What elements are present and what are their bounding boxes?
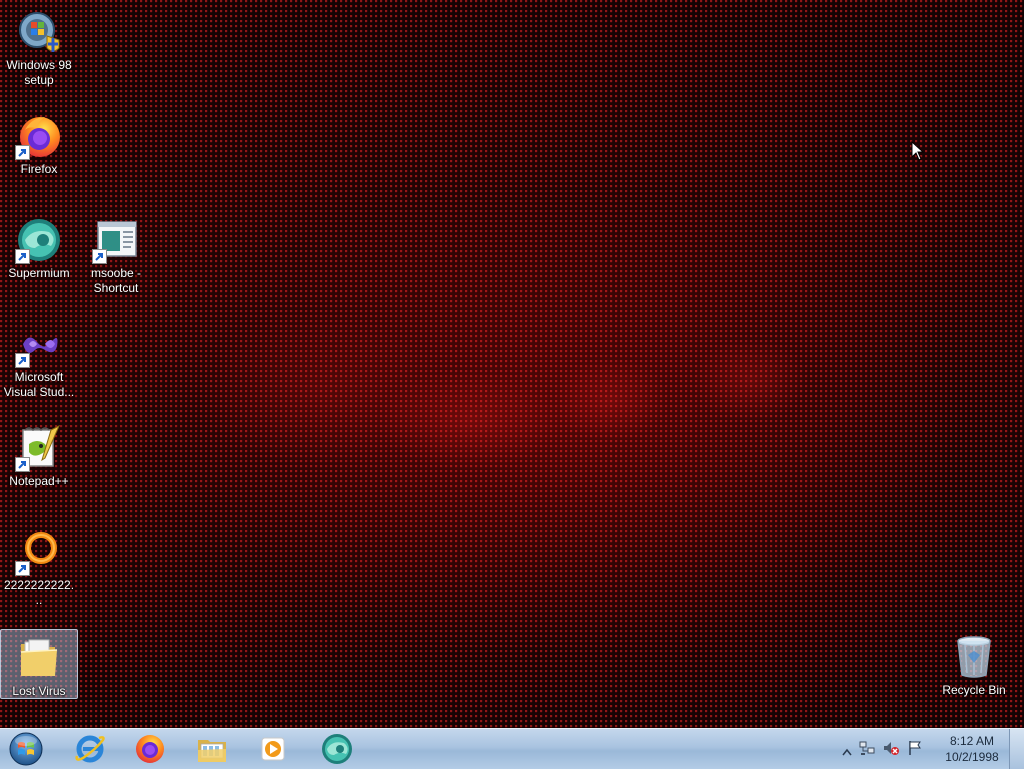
desktop-icon-label: Lost Virus [12,684,66,698]
mouse-pointer-icon [911,140,925,166]
file-explorer-icon [198,740,226,762]
show-hidden-icons-arrow[interactable] [842,743,852,761]
desktop-icon-2222222222[interactable]: 2222222222... [1,524,77,608]
desktop[interactable]: Windows 98 setup Firefox Supermium msoob… [0,0,1024,728]
shortcut-arrow-icon [15,353,30,368]
media-player-icon [261,737,285,761]
internet-explorer-icon [75,735,105,763]
action-center-flag-icon[interactable] [907,740,923,761]
taskbar-firefox[interactable] [124,731,176,767]
clock-date: 10/2/1998 [945,750,999,764]
desktop-icon-label: msoobe - Shortcut [90,266,142,295]
msoobe-icon [92,216,140,264]
taskbar-clock[interactable]: 8:12 AM 10/2/1998 [942,733,1002,765]
desktop-icon-label: Firefox [20,162,58,176]
shortcut-arrow-icon [15,145,30,160]
desktop-icon-label: Notepad++ [9,474,69,488]
shortcut-arrow-icon [15,561,30,576]
firefox-icon [15,112,63,160]
recycle-bin-icon [950,633,998,681]
start-button[interactable] [6,730,46,768]
taskbar-media-player[interactable] [247,731,299,767]
shortcut-arrow-icon [92,249,107,264]
visual-studio-icon [15,320,63,368]
desktop-icon-label: Supermium [8,266,70,280]
desktop-icon-recycle-bin[interactable]: Recycle Bin [936,629,1012,698]
setup-icon [15,8,63,56]
notepad-plus-plus-icon [15,424,63,472]
shortcut-arrow-icon [15,457,30,472]
folder-icon [15,634,63,682]
desktop-icon-msoobe-shortcut[interactable]: msoobe - Shortcut [78,212,154,296]
network-icon[interactable] [859,740,875,761]
taskbar-windows-explorer[interactable] [186,731,238,767]
desktop-icon-label: Windows 98 setup [6,58,72,87]
clock-time: 8:12 AM [949,734,995,748]
desktop-icon-windows-98-setup[interactable]: Windows 98 setup [1,4,77,88]
desktop-icon-notepad-plus-plus[interactable]: Notepad++ [1,420,77,489]
ring-app-icon [15,528,63,576]
desktop-icon-label: 2222222222... [3,578,75,607]
desktop-icon-label: Recycle Bin [942,683,1006,697]
volume-muted-icon[interactable] [883,740,899,761]
show-desktop-button[interactable] [1009,729,1024,769]
supermium-icon [15,216,63,264]
supermium-icon [322,734,352,764]
taskbar-internet-explorer[interactable] [64,731,116,767]
desktop-icon-firefox[interactable]: Firefox [1,108,77,177]
taskbar: 8:12 AM 10/2/1998 [0,728,1024,769]
desktop-icon-label: Microsoft Visual Stud... [3,370,75,399]
taskbar-supermium[interactable] [311,731,363,767]
desktop-icon-visual-studio[interactable]: Microsoft Visual Stud... [1,316,77,400]
desktop-icon-lost-virus[interactable]: Lost Virus [0,629,78,699]
desktop-icon-supermium[interactable]: Supermium [1,212,77,281]
system-tray: 8:12 AM 10/2/1998 [834,729,1024,769]
firefox-icon [136,735,164,763]
shortcut-arrow-icon [15,249,30,264]
